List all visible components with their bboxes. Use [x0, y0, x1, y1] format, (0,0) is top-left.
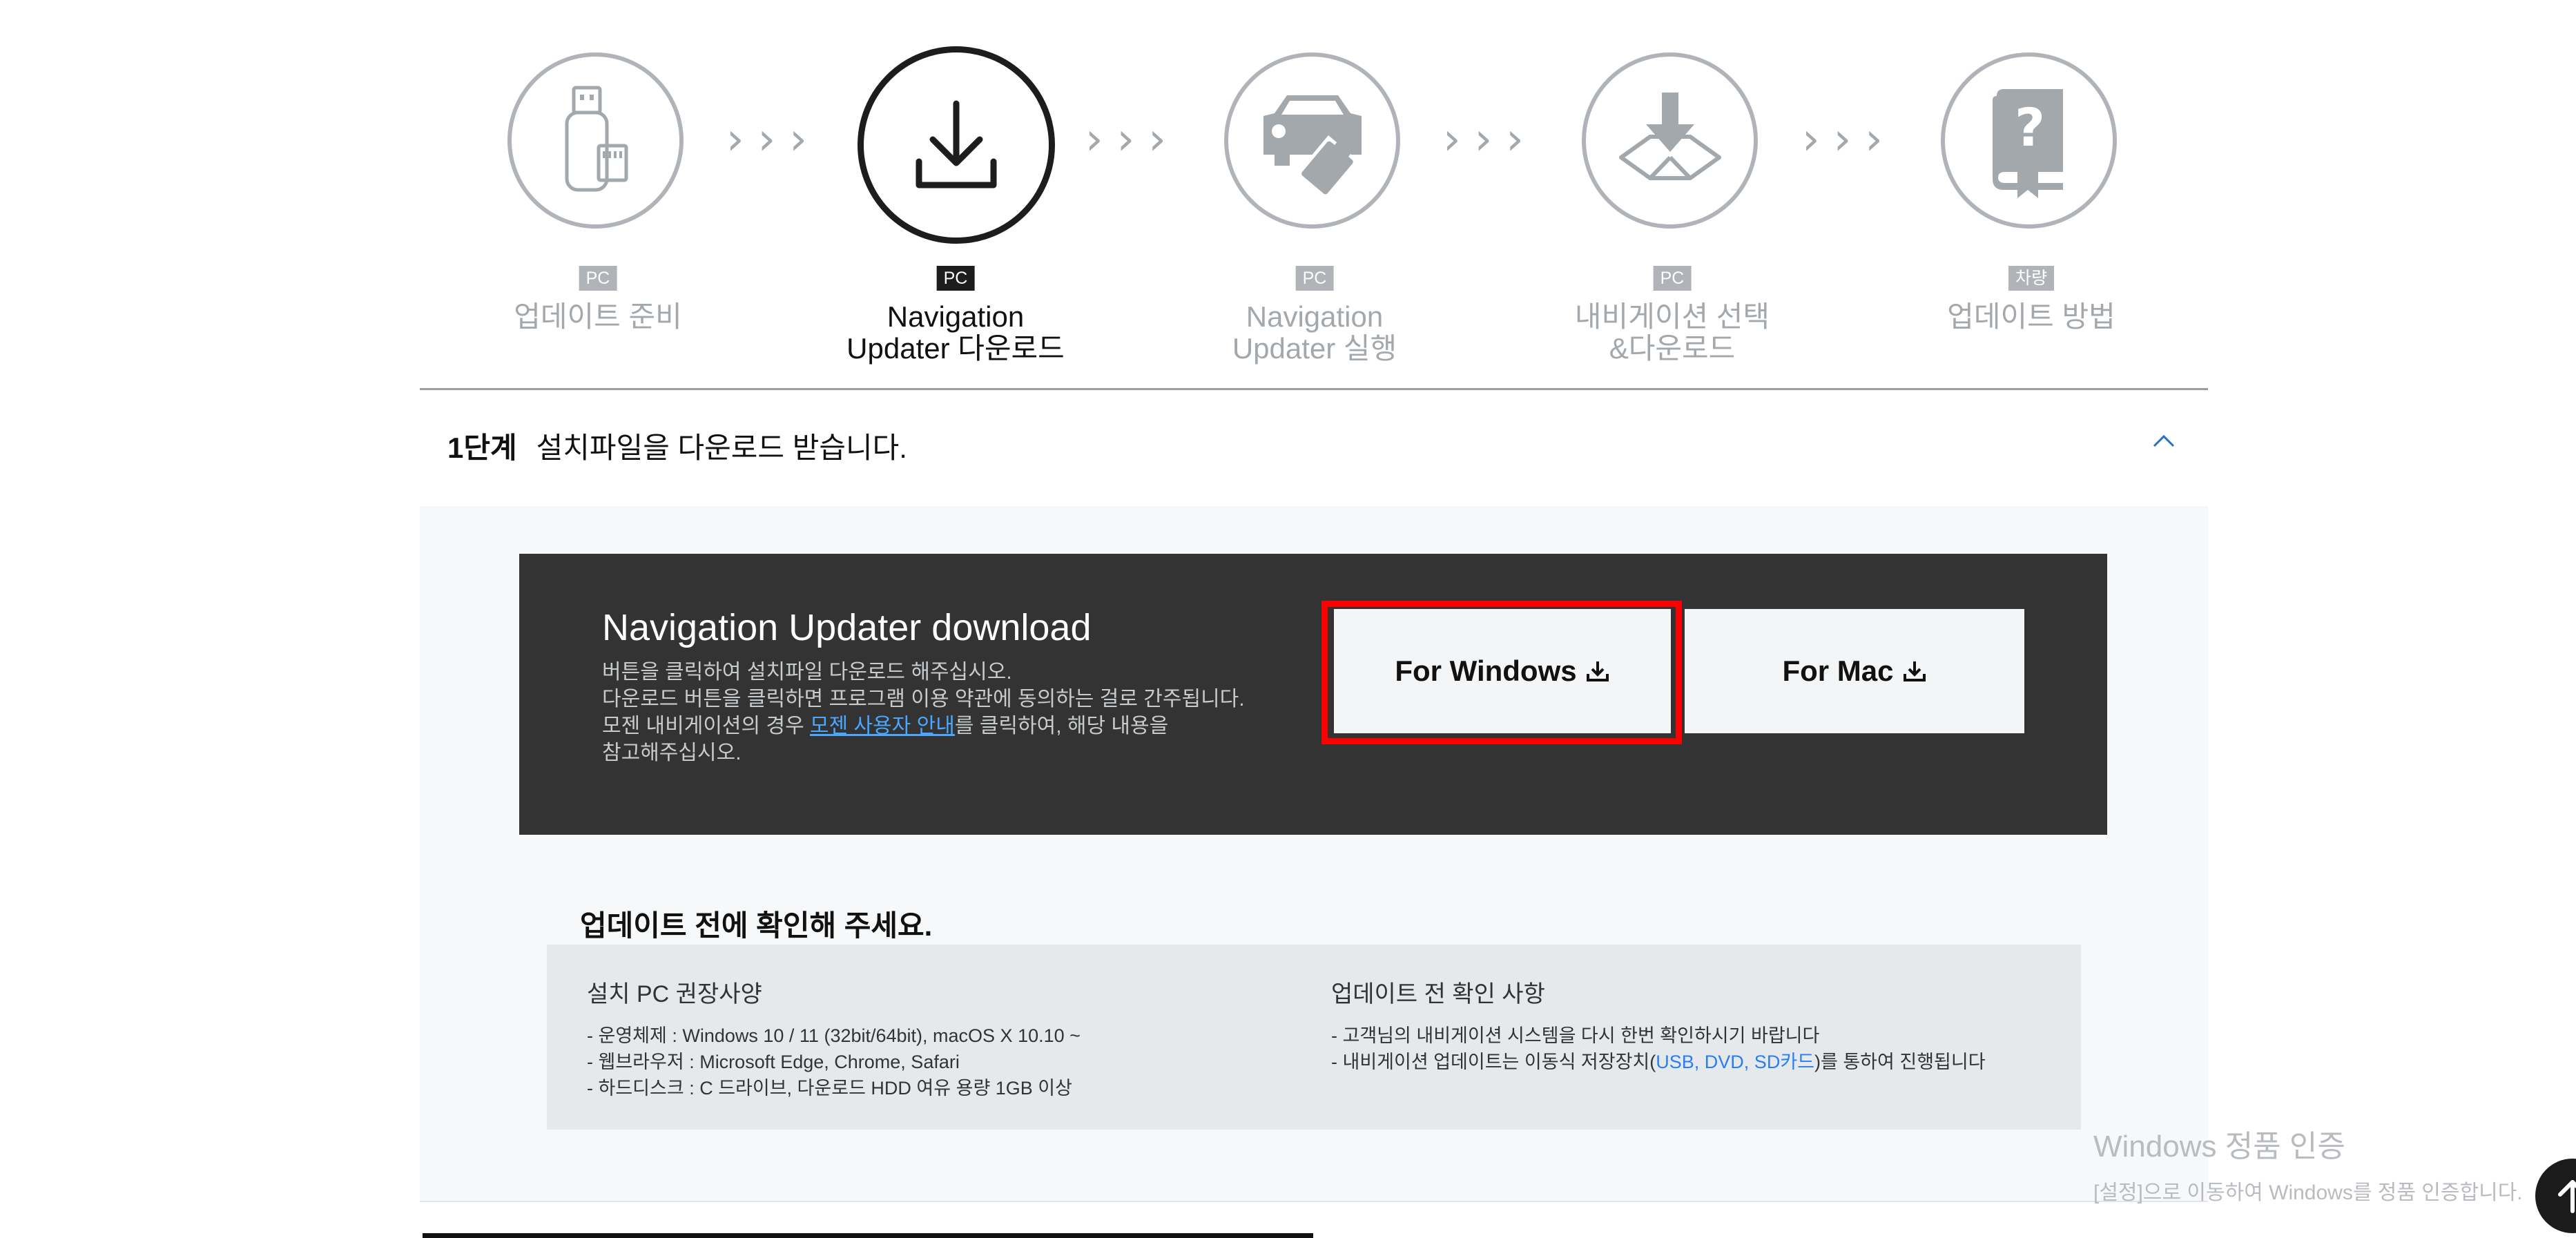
check-section-title: 업데이트 전에 확인해 주세요.	[580, 909, 933, 942]
download-tray-icon	[1903, 661, 1926, 681]
step-number: 1단계	[447, 432, 517, 464]
step-label: 내비게이션 선택 &다운로드	[1574, 300, 1770, 365]
step-label: Navigation Updater 다운로드	[846, 300, 1065, 365]
usb-drive-icon	[565, 86, 628, 191]
list-item: - 하드디스크 : C 드라이브, 다운로드 HDD 여유 용량 1GB 이상	[587, 1078, 1072, 1099]
checklist-heading: 업데이트 전 확인 사항	[1331, 981, 1545, 1007]
chevron-up-icon[interactable]	[2150, 427, 2178, 454]
step-badge: PC	[579, 266, 617, 291]
step-nav-select-download[interactable]: PC 내비게이션 선택 &다운로드	[1569, 52, 1776, 377]
download-title: Navigation Updater download	[602, 607, 1092, 648]
arrow-up-icon	[2558, 1180, 2576, 1213]
download-mac-button[interactable]: For Mac	[1685, 609, 2024, 733]
step-chevrons: ›››	[726, 114, 821, 165]
step-update-method[interactable]: ? 차량 업데이트 방법	[1928, 52, 2135, 377]
next-section-bar	[423, 1233, 1313, 1238]
list-item: - 운영체제 : Windows 10 / 11 (32bit/64bit), …	[587, 1025, 1081, 1046]
map-download-icon	[1618, 92, 1721, 180]
list-item: - 고객님의 내비게이션 시스템을 다시 한번 확인하시기 바랍니다	[1331, 1025, 1820, 1046]
scroll-top-button[interactable]	[2535, 1159, 2576, 1233]
download-icon	[916, 100, 997, 188]
step-circle	[1224, 52, 1400, 229]
download-tray-icon	[1586, 661, 1609, 681]
step-badge: PC	[936, 266, 975, 291]
step-circle	[858, 46, 1055, 244]
step-badge: 차량	[2008, 266, 2055, 291]
step-circle	[1582, 52, 1758, 229]
step-updater-run[interactable]: PC Navigation Updater 실행	[1211, 52, 1418, 377]
pre-update-checklist: 업데이트 전 확인 사항 - 고객님의 내비게이션 시스템을 다시 한번 확인하…	[1331, 975, 1986, 1075]
step-chevrons: ›››	[1085, 114, 1180, 165]
step-update-prep[interactable]: PC 업데이트 준비	[494, 52, 701, 377]
download-windows-button[interactable]: For Windows	[1334, 609, 1671, 733]
step-circle: ?	[1941, 52, 2117, 229]
step-chevrons: ›››	[1443, 114, 1538, 165]
download-description: 버튼을 클릭하여 설치파일 다운로드 해주십시오. 다운로드 버튼을 클릭하면 …	[602, 661, 1245, 764]
step-badge: PC	[1653, 266, 1692, 291]
step-updater-download[interactable]: PC Navigation Updater 다운로드	[846, 46, 1065, 377]
recommended-specs: 설치 PC 권장사양 - 운영체제 : Windows 10 / 11 (32b…	[587, 975, 1081, 1101]
step-badge: PC	[1295, 266, 1334, 291]
content-bottom-line	[420, 1201, 2208, 1202]
step-chevrons: ›››	[1802, 114, 1897, 165]
step-label: 업데이트 준비	[514, 300, 682, 333]
manual-book-icon: ?	[1992, 88, 2063, 198]
step-circle	[507, 52, 684, 229]
svg-text:?: ?	[2014, 97, 2044, 158]
specs-heading: 설치 PC 권장사양	[587, 981, 762, 1007]
step-label: 업데이트 방법	[1947, 300, 2115, 333]
car-usb-icon	[1263, 95, 1362, 196]
list-item: - 내비게이션 업데이트는 이동식 저장장치(USB, DVD, SD카드)를 …	[1331, 1052, 1986, 1072]
accordion-header[interactable]: 1단계 설치파일을 다운로드 받습니다.	[447, 425, 907, 467]
step-label: Navigation Updater 실행	[1232, 300, 1397, 365]
accordion-title: 설치파일을 다운로드 받습니다.	[536, 432, 907, 464]
mozen-guide-link[interactable]: 모젠 사용자 안내	[810, 715, 955, 737]
list-item: - 웹브라우저 : Microsoft Edge, Chrome, Safari	[587, 1052, 960, 1072]
windows-activation-watermark: Windows 정품 인증 [설정]으로 이동하여 Windows를 정품 인증…	[2093, 1130, 2523, 1204]
section-divider	[420, 388, 2208, 390]
